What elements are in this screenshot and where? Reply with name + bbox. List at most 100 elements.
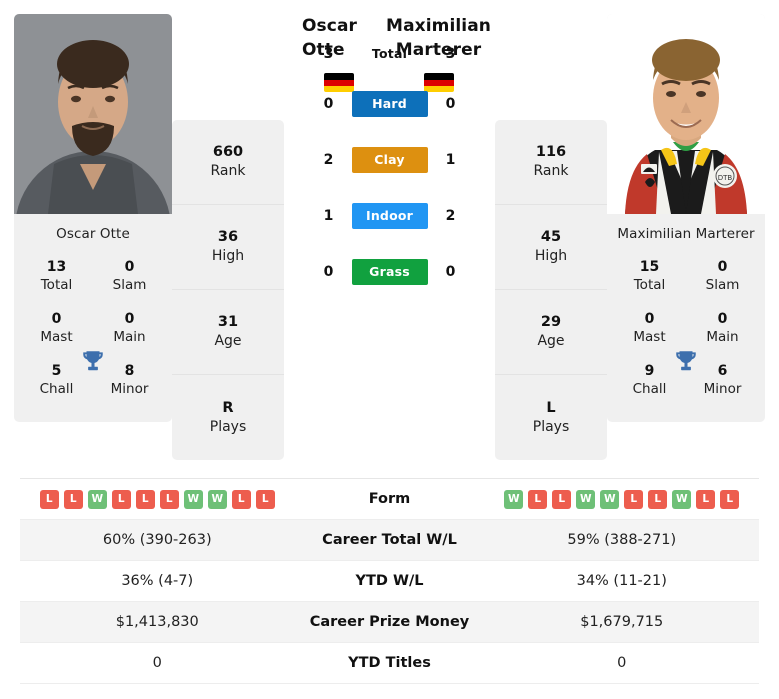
right-stat-rank-label: Rank bbox=[533, 163, 569, 180]
form-badge-loss: L bbox=[231, 489, 251, 509]
right-player-card: DTB Maximilian Marterer 15 Total 0 Slam … bbox=[607, 14, 765, 423]
left-titles-mast: 0 Mast bbox=[20, 304, 93, 356]
right-titles-chall: 9 Chall bbox=[613, 356, 686, 408]
left-titles-slam-label: Slam bbox=[112, 276, 147, 293]
left-stat-rank: 660 Rank bbox=[172, 120, 284, 205]
form-badge-loss: L bbox=[528, 489, 548, 509]
left-stat-plays: R Plays bbox=[172, 375, 284, 460]
left-ytd-wl: 36% (4-7) bbox=[121, 573, 194, 589]
right-titles-total: 15 Total bbox=[613, 252, 686, 304]
right-titles-mast-value: 0 bbox=[644, 311, 655, 328]
form-badge-win: W bbox=[87, 489, 107, 509]
form-badge-win: W bbox=[576, 489, 596, 509]
left-stat-plays-value: R bbox=[222, 399, 234, 416]
right-ytd-wl: 34% (11-21) bbox=[576, 573, 667, 589]
left-form-strip: LLWLLLWWLL bbox=[39, 489, 275, 509]
h2h-clay-right: 1 bbox=[445, 152, 456, 169]
form-badge-loss: L bbox=[159, 489, 179, 509]
table-row-form-label: Form bbox=[368, 491, 411, 507]
left-stat-high-value: 36 bbox=[217, 229, 239, 246]
left-player-name-label: Oscar Otte bbox=[56, 226, 130, 242]
left-titles-chall: 5 Chall bbox=[20, 356, 93, 408]
right-stat-age: 29 Age bbox=[495, 290, 607, 375]
table-row-ytd-titles: 0 YTD Titles 0 bbox=[20, 643, 759, 684]
right-titles-total-value: 15 bbox=[639, 259, 660, 275]
table-row-ytd-titles-label: YTD Titles bbox=[348, 655, 431, 671]
h2h-grass-left: 0 bbox=[323, 264, 334, 281]
form-badge-loss: L bbox=[696, 489, 716, 509]
left-career-prize-money: $1,413,830 bbox=[115, 614, 199, 630]
left-player-card: Oscar Otte 13 Total 0 Slam 0 Mast 0 Main bbox=[14, 14, 172, 423]
right-titles-mast: 0 Mast bbox=[613, 304, 686, 356]
form-badge-win: W bbox=[183, 489, 203, 509]
right-titles-chall-value: 9 bbox=[644, 363, 655, 380]
comparison-table: LLWLLLWWLL Form WLLWWLLWLL 60% (390-263)… bbox=[20, 478, 759, 684]
h2h-row-clay: 2 Clay 1 bbox=[288, 132, 491, 188]
left-titles-chall-label: Chall bbox=[39, 380, 74, 397]
form-badge-loss: L bbox=[552, 489, 572, 509]
left-stat-high: 36 High bbox=[172, 205, 284, 290]
h2h-row-grass: 0 Grass 0 bbox=[288, 244, 491, 300]
table-row-career-total-wl: 60% (390-263) Career Total W/L 59% (388-… bbox=[20, 520, 759, 561]
right-form-cell: WLLWWLLWLL bbox=[485, 489, 760, 509]
h2h-row-total: 3 Total 3 bbox=[288, 32, 491, 76]
left-titles-mast-label: Mast bbox=[40, 328, 73, 345]
left-stat-age: 31 Age bbox=[172, 290, 284, 375]
right-titles-mast-label: Mast bbox=[633, 328, 666, 345]
form-badge-loss: L bbox=[39, 489, 59, 509]
form-badge-loss: L bbox=[135, 489, 155, 509]
h2h-row-indoor: 1 Indoor 2 bbox=[288, 188, 491, 244]
right-stat-plays-value: L bbox=[546, 399, 556, 416]
comparison-header: Oscar Otte 13 Total 0 Slam 0 Mast 0 Main bbox=[0, 0, 779, 466]
h2h-clay-left: 2 bbox=[323, 152, 334, 169]
left-ytd-titles: 0 bbox=[152, 655, 162, 671]
form-badge-loss: L bbox=[720, 489, 740, 509]
left-career-total-wl: 60% (390-263) bbox=[102, 532, 212, 548]
left-titles-slam-value: 0 bbox=[124, 259, 135, 275]
player-comparison-page: Oscar Otte 13 Total 0 Slam 0 Mast 0 Main bbox=[0, 0, 779, 699]
left-titles-total-value: 13 bbox=[46, 259, 67, 275]
right-titles-total-label: Total bbox=[633, 276, 666, 293]
h2h-total-label: Total bbox=[371, 46, 408, 62]
table-row-career-total-wl-label: Career Total W/L bbox=[322, 532, 457, 548]
right-titles-chall-label: Chall bbox=[632, 380, 667, 397]
right-titles-minor: 6 Minor bbox=[686, 356, 759, 408]
left-titles-total-label: Total bbox=[40, 276, 73, 293]
right-titles-slam-label: Slam bbox=[705, 276, 740, 293]
form-badge-loss: L bbox=[63, 489, 83, 509]
left-stat-plays-label: Plays bbox=[209, 418, 247, 435]
left-titles-minor: 8 Minor bbox=[93, 356, 166, 408]
head-to-head-column: Oscar Otte Maximilian Marterer 3 Total 3… bbox=[284, 14, 495, 300]
right-form-strip: WLLWWLLWLL bbox=[504, 489, 740, 509]
h2h-hard-right: 0 bbox=[445, 96, 456, 113]
h2h-total-right: 3 bbox=[445, 46, 456, 63]
right-titles-main: 0 Main bbox=[686, 304, 759, 356]
right-titles-minor-value: 6 bbox=[717, 363, 728, 380]
right-titles-minor-label: Minor bbox=[703, 380, 742, 397]
right-career-prize-money: $1,679,715 bbox=[580, 614, 664, 630]
form-badge-win: W bbox=[600, 489, 620, 509]
left-titles-grid: 13 Total 0 Slam 0 Mast 0 Main 5 Chall 8 … bbox=[14, 252, 172, 422]
right-stat-age-label: Age bbox=[537, 333, 565, 350]
right-stat-plays-label: Plays bbox=[532, 418, 570, 435]
form-badge-win: W bbox=[672, 489, 692, 509]
h2h-total-left: 3 bbox=[323, 46, 334, 63]
right-titles-slam-value: 0 bbox=[717, 259, 728, 275]
h2h-indoor-badge: Indoor bbox=[351, 203, 428, 230]
left-titles-minor-label: Minor bbox=[110, 380, 149, 397]
h2h-surface-list: 3 Total 3 0 Hard 0 2 Clay 1 1 Indoor 2 0… bbox=[288, 46, 491, 300]
table-row-career-prize-money: $1,413,830 Career Prize Money $1,679,715 bbox=[20, 602, 759, 643]
left-titles-main-label: Main bbox=[113, 328, 146, 345]
h2h-indoor-right: 2 bbox=[445, 208, 456, 225]
table-row-ytd-wl: 36% (4-7) YTD W/L 34% (11-21) bbox=[20, 561, 759, 602]
right-titles-main-value: 0 bbox=[717, 311, 728, 328]
right-stat-high-label: High bbox=[534, 248, 568, 265]
svg-text:DTB: DTB bbox=[718, 174, 733, 182]
right-stat-high-value: 45 bbox=[540, 229, 562, 246]
left-stat-high-label: High bbox=[211, 248, 245, 265]
h2h-hard-badge: Hard bbox=[351, 91, 428, 118]
h2h-clay-badge: Clay bbox=[351, 147, 428, 174]
form-badge-loss: L bbox=[255, 489, 275, 509]
form-badge-loss: L bbox=[648, 489, 668, 509]
form-badge-loss: L bbox=[111, 489, 131, 509]
